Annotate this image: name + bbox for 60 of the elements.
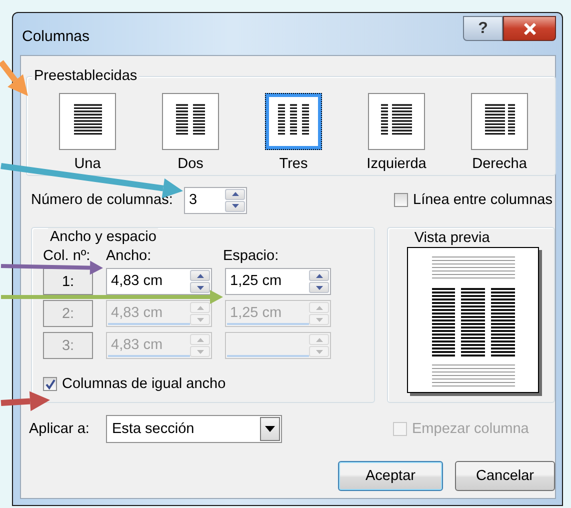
window-title: Columnas bbox=[22, 28, 91, 45]
spin-box[interactable]: 1,25 cm bbox=[225, 268, 331, 295]
spin-down-button[interactable] bbox=[309, 282, 329, 293]
spin-up-button[interactable] bbox=[309, 270, 329, 281]
column-number: 3: bbox=[43, 332, 93, 359]
down-triangle-icon bbox=[196, 286, 204, 290]
preset-button[interactable] bbox=[59, 93, 116, 150]
up-triangle-icon bbox=[196, 338, 204, 342]
group-title: Ancho y espacio bbox=[48, 228, 158, 246]
checkbox-label: Línea entre columnas bbox=[413, 192, 552, 208]
spin-down-button[interactable] bbox=[225, 200, 245, 212]
preset-label: Una bbox=[74, 156, 101, 172]
up-triangle-icon bbox=[316, 338, 322, 342]
preset-label: Tres bbox=[279, 156, 308, 172]
column-number: 2: bbox=[43, 300, 93, 327]
close-icon bbox=[522, 22, 536, 34]
dialog-button[interactable]: Aceptar bbox=[338, 461, 443, 491]
group-title: Vista previa bbox=[412, 229, 492, 247]
up-triangle-icon bbox=[196, 306, 204, 310]
up-triangle-icon bbox=[316, 306, 322, 310]
preset-button[interactable] bbox=[162, 93, 219, 150]
checkbox[interactable] bbox=[394, 193, 408, 207]
field-label: Número de columnas: bbox=[31, 192, 174, 208]
dropdown-button[interactable] bbox=[260, 417, 280, 441]
checkbox[interactable] bbox=[43, 377, 57, 391]
column-number: 1: bbox=[43, 268, 93, 295]
dialog-button[interactable]: Cancelar bbox=[455, 461, 555, 491]
down-triangle-icon bbox=[196, 318, 204, 322]
up-triangle-icon bbox=[196, 274, 204, 278]
column-header: Ancho: bbox=[106, 248, 152, 264]
down-triangle-icon bbox=[316, 318, 322, 322]
column-header: Espacio: bbox=[223, 248, 280, 264]
dropdown[interactable]: Esta sección bbox=[106, 415, 282, 443]
down-triangle-icon bbox=[316, 286, 322, 290]
down-triangle-icon bbox=[232, 204, 238, 208]
preset-label: Derecha bbox=[472, 156, 527, 172]
preset-button[interactable] bbox=[471, 93, 528, 150]
up-triangle-icon bbox=[232, 192, 238, 196]
preset-label: Izquierda bbox=[366, 156, 426, 172]
field-label: Aplicar a: bbox=[29, 421, 87, 437]
down-triangle-icon bbox=[316, 350, 322, 354]
value-field[interactable]: 1,25 cm bbox=[227, 270, 309, 293]
spin-up-button[interactable] bbox=[190, 270, 210, 281]
checkbox-label: Columnas de igual ancho bbox=[62, 376, 226, 392]
preset-button[interactable] bbox=[265, 93, 322, 150]
value-field[interactable]: 3 bbox=[186, 188, 225, 212]
spin-down-button[interactable] bbox=[190, 282, 210, 293]
checkbox-label: Empezar columna bbox=[412, 421, 529, 437]
help-button[interactable]: ? bbox=[463, 16, 503, 41]
column-header: Col. nº: bbox=[43, 248, 92, 264]
close-button[interactable] bbox=[503, 16, 556, 41]
caret-icon bbox=[265, 426, 275, 432]
up-triangle-icon bbox=[316, 274, 322, 278]
down-triangle-icon bbox=[196, 350, 204, 354]
value-field[interactable]: 4,83 cm bbox=[108, 270, 190, 293]
spin-up-button[interactable] bbox=[225, 188, 245, 200]
spin-box[interactable]: 3 bbox=[184, 186, 247, 214]
preset-button[interactable] bbox=[368, 93, 425, 150]
spin-box[interactable]: 4,83 cm bbox=[106, 268, 212, 295]
preset-label: Dos bbox=[178, 156, 204, 172]
